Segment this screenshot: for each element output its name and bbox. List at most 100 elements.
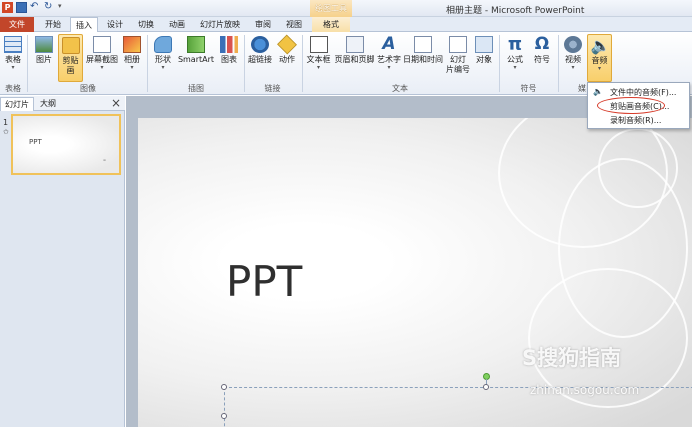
date-time-button[interactable]: 日期和时间 (403, 34, 443, 65)
audio-button[interactable]: 🔈 音频 ▾ (587, 34, 612, 82)
slide-number-label-line1: 幻灯 (450, 55, 466, 64)
menu-item-audio-from-file[interactable]: 文件中的音频(F)... (610, 87, 676, 98)
smartart-icon (187, 36, 205, 53)
chevron-down-icon: ▾ (161, 64, 165, 71)
chevron-down-icon: ▾ (316, 64, 320, 71)
video-reel-icon (564, 36, 582, 53)
group-divider (27, 35, 28, 92)
symbol-button[interactable]: Ω 符号 (530, 34, 554, 65)
sogou-watermark-url: zhinan.sogou.com (530, 383, 640, 397)
tab-view[interactable]: 视图 (280, 17, 308, 32)
hyperlink-button[interactable]: 超链接 (247, 34, 273, 65)
header-footer-button[interactable]: 页眉和页脚 (333, 34, 376, 65)
picture-icon (35, 36, 53, 53)
tab-format[interactable]: 格式 (312, 17, 350, 32)
menu-item-record-audio[interactable]: 录制音频(R)... (610, 115, 661, 126)
slides-panel-tabs: 幻灯片 大纲 × (0, 96, 125, 111)
smartart-button[interactable]: SmartArt (177, 34, 215, 65)
slide-number-button[interactable]: 幻灯 片编号 (445, 34, 471, 75)
object-label: 对象 (476, 55, 492, 64)
close-icon[interactable]: × (111, 96, 121, 110)
wordart-label: 艺术字 (377, 55, 401, 64)
calendar-icon (414, 36, 432, 53)
undo-icon[interactable]: ↶ (30, 2, 41, 13)
resize-handle[interactable] (483, 384, 489, 390)
chart-button[interactable]: 图表 (217, 34, 241, 65)
wordart-icon: A (382, 34, 396, 54)
photo-album-label: 相册 (124, 55, 140, 64)
chevron-down-icon: ▾ (11, 64, 15, 71)
title-bar: P ↶ ↻ ▾ 绘图工具 相册主题 - Microsoft PowerPoint (0, 0, 692, 17)
slide-title[interactable]: PPT (226, 257, 302, 306)
thumbnail-subtitle-mark: ▬ (103, 158, 106, 162)
slide-editing-area: PPT (126, 96, 692, 427)
video-label: 视频 (565, 55, 581, 64)
sogou-watermark: S搜狗指南 (522, 346, 622, 370)
highlight-annotation-ring (597, 97, 665, 114)
group-label-links: 链接 (264, 84, 281, 93)
tab-outline[interactable]: 大纲 (36, 97, 60, 111)
object-button[interactable]: 对象 (473, 34, 495, 65)
action-button[interactable]: 动作 (276, 34, 298, 65)
tab-file[interactable]: 文件 (0, 17, 34, 32)
save-icon[interactable] (16, 2, 27, 13)
chevron-down-icon: ▾ (387, 64, 391, 71)
shapes-label: 形状 (155, 55, 171, 64)
group-label-text: 文本 (392, 84, 408, 93)
slide-number-label-line2: 片编号 (446, 65, 470, 74)
wordart-button[interactable]: A 艺术字 ▾ (376, 34, 402, 71)
screenshot-label: 屏幕截图 (86, 55, 118, 64)
group-divider (302, 35, 303, 92)
smartart-label: SmartArt (177, 55, 215, 64)
picture-button[interactable]: 图片 (33, 34, 55, 65)
chart-icon (220, 36, 238, 53)
slide-thumbnail[interactable]: PPT ▬ (11, 114, 121, 175)
table-icon (4, 36, 22, 53)
table-button[interactable]: 表格 ▾ (2, 34, 24, 71)
chevron-down-icon: ▾ (100, 64, 104, 71)
photo-album-button[interactable]: 相册 ▾ (121, 34, 143, 71)
group-divider (147, 35, 148, 92)
shapes-icon (154, 36, 172, 53)
tab-transitions[interactable]: 切换 (132, 17, 160, 32)
tab-design[interactable]: 设计 (101, 17, 129, 32)
group-label-images: 图像 (80, 84, 96, 93)
action-icon (277, 34, 297, 55)
tab-review[interactable]: 审阅 (249, 17, 277, 32)
resize-handle[interactable] (221, 384, 227, 390)
screenshot-button[interactable]: 屏幕截图 ▾ (85, 34, 119, 71)
pi-icon: π (507, 34, 523, 55)
textbox-label: 文本框 (306, 55, 331, 64)
slide-canvas[interactable]: PPT (138, 118, 692, 427)
group-divider (244, 35, 245, 92)
photo-album-icon (123, 36, 141, 53)
thumbnail-title: PPT (29, 138, 42, 146)
hyperlink-label: 超链接 (248, 55, 272, 64)
date-time-label: 日期和时间 (403, 55, 443, 64)
chevron-down-icon: ▾ (597, 65, 601, 72)
equation-label: 公式 (507, 55, 523, 64)
powerpoint-app-icon[interactable]: P (2, 2, 13, 13)
clipart-button[interactable]: 剪贴画 (58, 34, 83, 82)
shapes-button[interactable]: 形状 ▾ (151, 34, 175, 71)
drawing-tools-context-label: 绘图工具 (310, 0, 352, 17)
redo-icon[interactable]: ↻ (44, 2, 55, 13)
customize-qat-icon[interactable]: ▾ (58, 2, 69, 13)
tab-animations[interactable]: 动画 (163, 17, 191, 32)
tab-insert[interactable]: 插入 (70, 17, 98, 33)
chevron-down-icon: ▾ (571, 64, 575, 71)
tab-slides[interactable]: 幻灯片 (0, 97, 34, 111)
speaker-icon: 🔈 (593, 87, 603, 96)
tab-home[interactable]: 开始 (39, 17, 67, 32)
table-label: 表格 (5, 55, 21, 64)
textbox-button[interactable]: 文本框 ▾ (305, 34, 332, 71)
screenshot-icon (93, 36, 111, 53)
equation-button[interactable]: π 公式 ▾ (503, 34, 527, 71)
group-divider (499, 35, 500, 92)
slides-panel: 幻灯片 大纲 × 1 ✩ PPT ▬ (0, 96, 125, 427)
tab-slideshow[interactable]: 幻灯片放映 (196, 17, 244, 32)
transition-star-icon: ✩ (3, 128, 9, 136)
video-button[interactable]: 视频 ▾ (562, 34, 584, 71)
resize-handle[interactable] (221, 413, 227, 419)
symbol-label: 符号 (534, 55, 550, 64)
